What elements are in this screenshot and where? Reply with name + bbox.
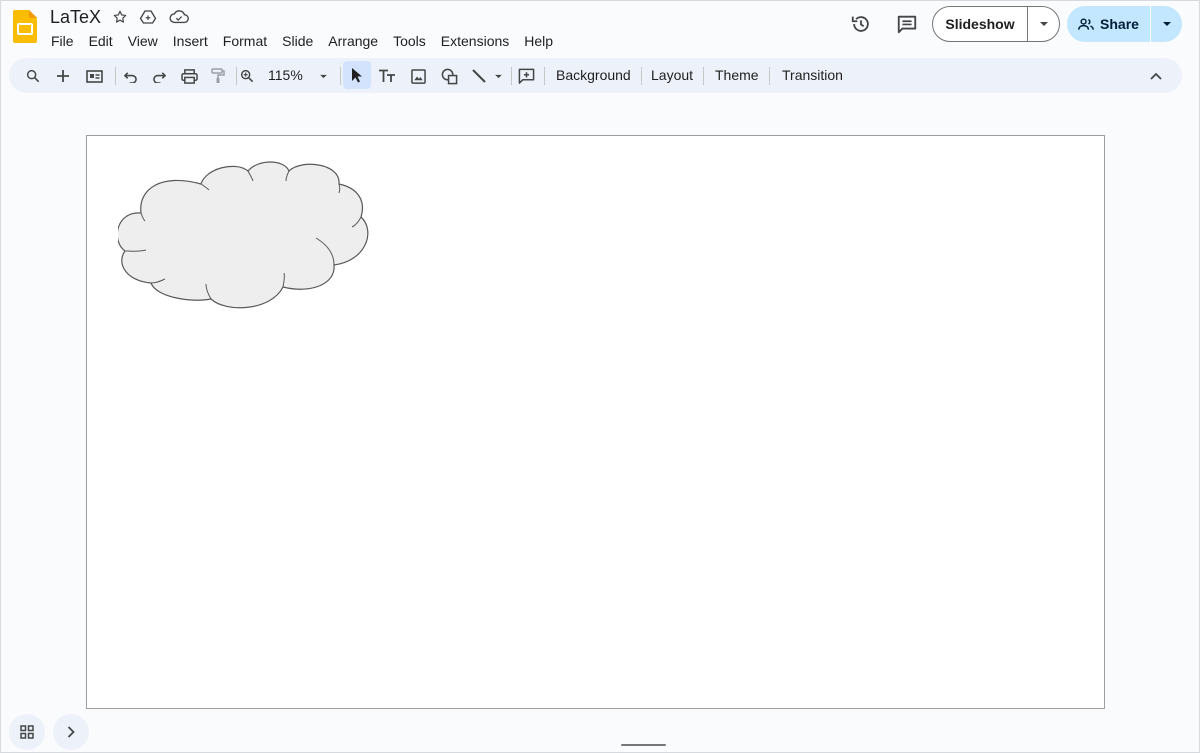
menu-edit[interactable]: Edit [83, 30, 119, 52]
people-icon [1078, 18, 1094, 30]
undo-icon[interactable] [118, 64, 142, 88]
slideshow-button-group: Slideshow [932, 6, 1060, 42]
new-slide-icon[interactable] [51, 64, 75, 88]
zoom-dropdown-caret-icon[interactable] [311, 64, 335, 88]
menu-format[interactable]: Format [217, 30, 273, 52]
toolbar-separator [769, 67, 770, 85]
cloud-saved-icon[interactable] [169, 7, 189, 27]
star-icon[interactable] [110, 7, 130, 27]
zoom-level[interactable]: 115% [268, 67, 303, 83]
menu-extensions[interactable]: Extensions [435, 30, 515, 52]
document-title[interactable]: LaTeX [50, 7, 101, 28]
theme-button[interactable]: Theme [715, 67, 759, 83]
layout-button[interactable]: Layout [651, 67, 693, 83]
move-to-drive-icon[interactable] [138, 7, 158, 27]
image-icon[interactable] [406, 64, 430, 88]
menu-tools[interactable]: Tools [387, 30, 432, 52]
app-window: LaTeX File Edit View Insert Format Slide… [0, 0, 1200, 753]
select-icon[interactable] [343, 61, 371, 89]
toolbar-separator [511, 67, 512, 85]
slideshow-button[interactable]: Slideshow [933, 7, 1028, 41]
history-icon[interactable] [848, 11, 874, 37]
menu-bar: File Edit View Insert Format Slide Arran… [45, 30, 562, 52]
menu-arrange[interactable]: Arrange [322, 30, 384, 52]
grid-view-icon[interactable] [9, 714, 45, 750]
background-button[interactable]: Background [556, 67, 631, 83]
slides-logo-icon[interactable] [13, 10, 37, 43]
menu-insert[interactable]: Insert [167, 30, 214, 52]
cloud-shape[interactable] [118, 161, 370, 309]
slide-layout-icon[interactable] [82, 64, 106, 88]
toolbar-separator [641, 67, 642, 85]
toolbar-separator [340, 67, 341, 85]
share-options-caret-icon[interactable] [1151, 6, 1182, 42]
share-button-group: Share [1067, 6, 1182, 42]
zoom-icon[interactable] [235, 64, 259, 88]
redo-icon[interactable] [147, 64, 171, 88]
print-icon[interactable] [177, 64, 201, 88]
menu-file[interactable]: File [45, 30, 80, 52]
menu-help[interactable]: Help [518, 30, 559, 52]
chevron-right-icon[interactable] [53, 714, 89, 750]
collapse-icon[interactable] [1144, 64, 1168, 88]
text-box-icon[interactable] [375, 64, 399, 88]
menu-view[interactable]: View [122, 30, 164, 52]
toolbar-separator [703, 67, 704, 85]
search-icon[interactable] [21, 64, 45, 88]
shape-icon[interactable] [437, 64, 461, 88]
line-dropdown-caret-icon[interactable] [486, 64, 510, 88]
paint-format-icon[interactable] [206, 64, 230, 88]
slideshow-options-caret-icon[interactable] [1028, 7, 1059, 41]
share-button[interactable]: Share [1067, 6, 1151, 42]
transition-button[interactable]: Transition [782, 67, 843, 83]
toolbar: 115% Background Layout Theme Transition [9, 58, 1182, 93]
speaker-notes-resize-handle[interactable] [621, 744, 666, 746]
toolbar-separator [115, 67, 116, 85]
menu-slide[interactable]: Slide [276, 30, 319, 52]
toolbar-separator [544, 67, 545, 85]
comment-add-icon[interactable] [514, 64, 538, 88]
comments-icon[interactable] [894, 11, 920, 37]
share-label: Share [1100, 16, 1139, 32]
